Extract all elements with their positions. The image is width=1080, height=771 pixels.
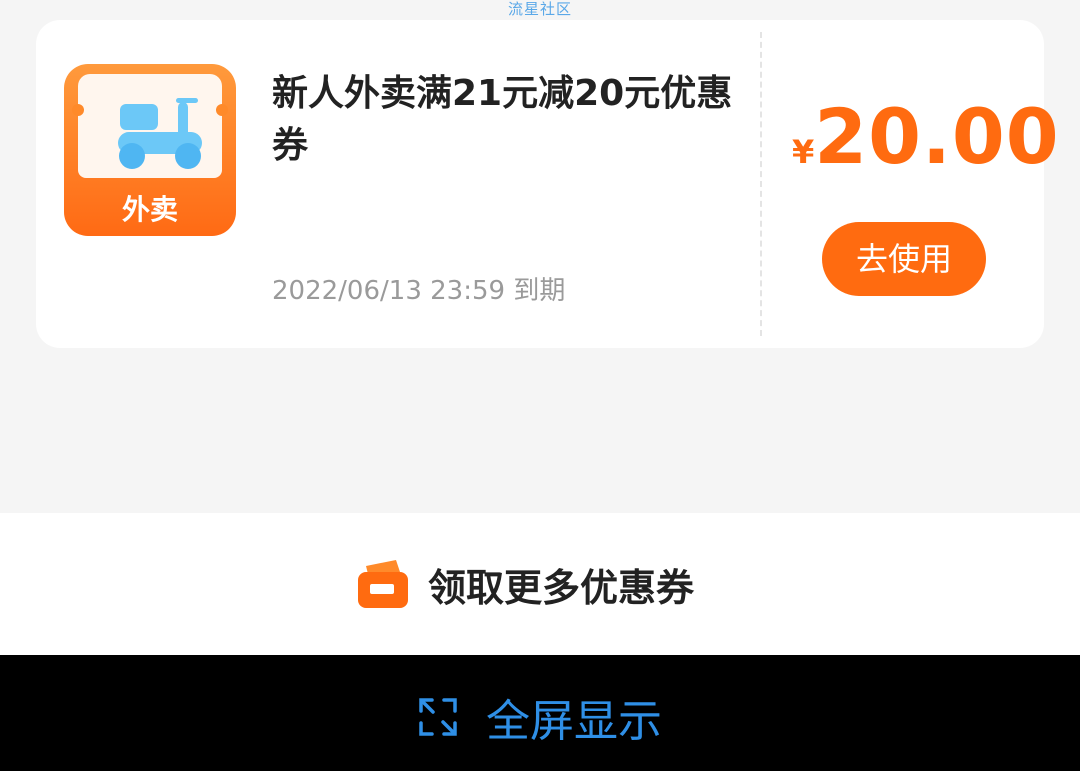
more-coupons-link[interactable]: 领取更多优惠券: [356, 557, 694, 612]
coupon-amount: 20.00: [814, 92, 1060, 181]
watermark: 流星社区: [507, 0, 572, 18]
ticket-icon: [358, 559, 408, 608]
takeout-app-icon: 外卖: [64, 64, 236, 236]
dashed-divider: [760, 32, 762, 336]
app-icon-label: 外卖: [121, 193, 178, 226]
more-coupons-bar: 领取更多优惠券: [0, 513, 1080, 655]
fullscreen-button[interactable]: 全屏显示: [418, 685, 662, 749]
scooter-icon: [118, 98, 202, 169]
coupon-price: ¥20.00: [792, 92, 1060, 181]
currency-symbol: ¥: [792, 133, 815, 171]
coupon-card: 外卖 新人外卖满21元减20元优惠券 2022/06/13 23:59 到期 ¥…: [36, 20, 1059, 348]
app-icon-ticket-panel: [72, 74, 228, 178]
fullscreen-label: 全屏显示: [486, 696, 662, 747]
coupon-expiry: 2022/06/13 23:59 到期: [272, 276, 566, 306]
coupon-title: 新人外卖满21元减20元优惠券: [272, 73, 733, 166]
expand-icon: [419, 698, 457, 736]
more-coupons-label: 领取更多优惠券: [428, 566, 695, 610]
use-coupon-button[interactable]: 去使用: [822, 222, 986, 296]
fullscreen-bar: 全屏显示: [0, 655, 1080, 771]
